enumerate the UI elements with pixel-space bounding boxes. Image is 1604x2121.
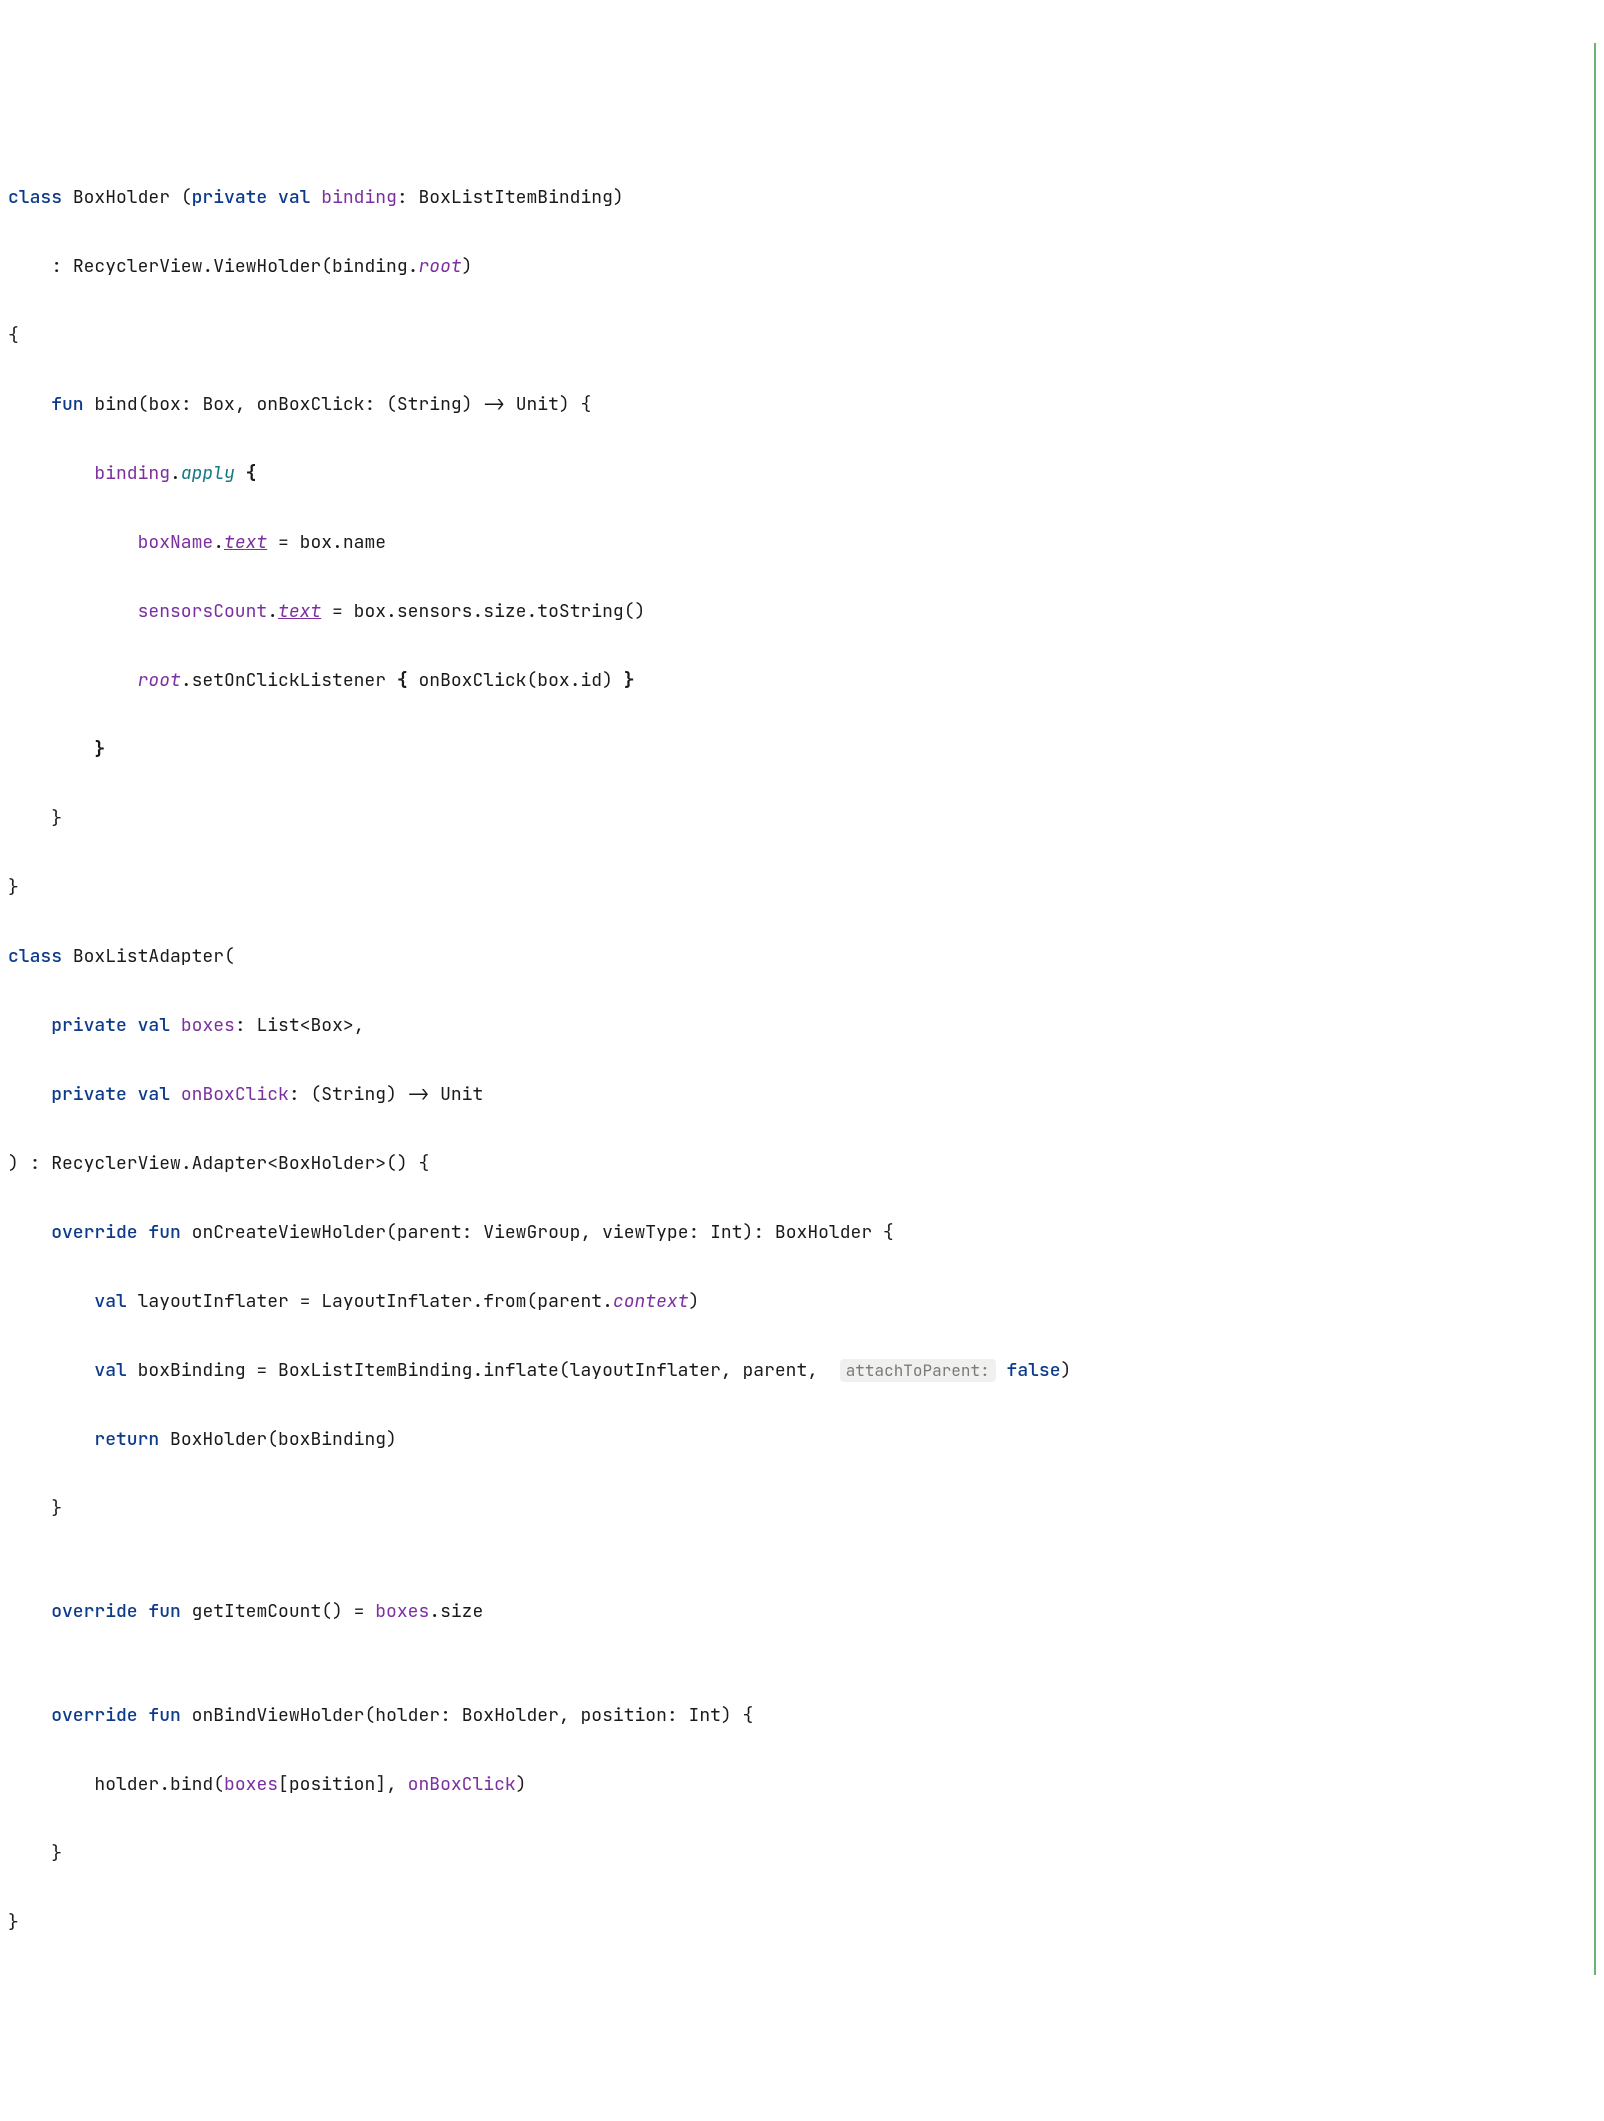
code-line[interactable]: } (8, 1837, 1594, 1872)
code-line[interactable]: val boxBinding = BoxListItemBinding.infl… (8, 1354, 1594, 1389)
code-line[interactable]: val layoutInflater = LayoutInflater.from… (8, 1285, 1594, 1320)
code-line[interactable]: fun bind(box: Box, onBoxClick: (String) … (8, 388, 1594, 423)
code-line[interactable]: } (8, 1906, 1594, 1941)
code-line[interactable]: class BoxListAdapter( (8, 940, 1594, 975)
code-line[interactable]: } (8, 733, 1594, 768)
code-line[interactable]: private val boxes: List<Box>, (8, 1009, 1594, 1044)
code-line[interactable]: boxName.text = box.name (8, 526, 1594, 561)
code-line[interactable]: override fun onBindViewHolder(holder: Bo… (8, 1699, 1594, 1734)
code-line[interactable]: } (8, 802, 1594, 837)
code-line[interactable]: holder.bind(boxes[position], onBoxClick) (8, 1768, 1594, 1803)
code-line[interactable]: { (8, 319, 1594, 354)
code-line[interactable]: class BoxHolder (private val binding: Bo… (8, 181, 1594, 216)
code-line[interactable]: sensorsCount.text = box.sensors.size.toS… (8, 595, 1594, 630)
code-line[interactable]: root.setOnClickListener { onBoxClick(box… (8, 664, 1594, 699)
code-line[interactable]: binding.apply { (8, 457, 1594, 492)
parameter-hint: attachToParent: (840, 1359, 996, 1382)
code-editor[interactable]: { "code": { "tokens": { "class": "class"… (8, 43, 1596, 1975)
code-line[interactable]: } (8, 871, 1594, 906)
code-line[interactable]: override fun onCreateViewHolder(parent: … (8, 1216, 1594, 1251)
code-line[interactable]: ) : RecyclerView.Adapter<BoxHolder>() { (8, 1147, 1594, 1182)
code-line[interactable]: } (8, 1492, 1594, 1527)
code-line[interactable]: private val onBoxClick: (String) -> Unit (8, 1078, 1594, 1113)
code-line[interactable]: return BoxHolder(boxBinding) (8, 1423, 1594, 1458)
code-line[interactable]: override fun getItemCount() = boxes.size (8, 1595, 1594, 1630)
code-line[interactable]: : RecyclerView.ViewHolder(binding.root) (8, 250, 1594, 285)
